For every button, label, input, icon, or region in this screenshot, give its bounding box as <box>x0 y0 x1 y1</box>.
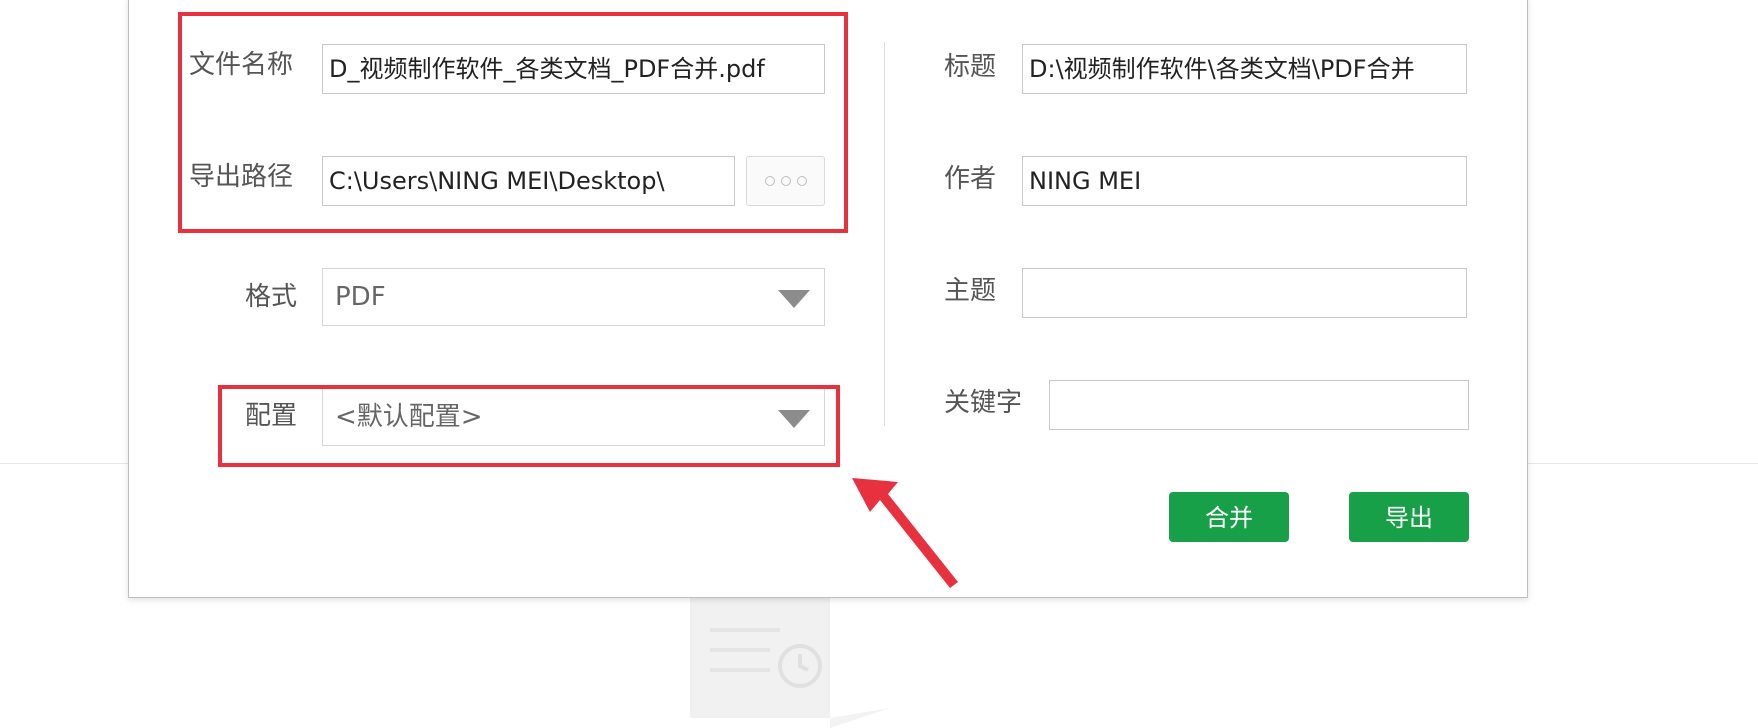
subject-input[interactable] <box>1022 268 1467 318</box>
title-label: 标题 <box>944 52 997 82</box>
column-divider <box>884 42 885 426</box>
export-button[interactable]: 导出 <box>1349 492 1469 542</box>
dot-icon <box>764 176 775 186</box>
author-input[interactable]: NING MEI <box>1022 156 1467 206</box>
format-select[interactable]: PDF <box>322 268 825 326</box>
dot-icon <box>780 176 791 186</box>
filename-input[interactable]: D_视频制作软件_各类文档_PDF合并.pdf <box>322 44 825 94</box>
title-input[interactable]: D:\视频制作软件\各类文档\PDF合并 <box>1022 44 1467 94</box>
empty-state-illustration <box>690 598 890 728</box>
config-select[interactable]: <默认配置> <box>322 388 825 446</box>
format-label: 格式 <box>245 282 298 312</box>
chevron-down-icon <box>778 410 810 428</box>
config-label: 配置 <box>245 401 298 431</box>
merge-button[interactable]: 合并 <box>1169 492 1289 542</box>
keywords-label: 关键字 <box>944 388 1023 418</box>
browse-button[interactable] <box>746 156 825 206</box>
export-dialog: 文件名称 D_视频制作软件_各类文档_PDF合并.pdf 导出路径 C:\Use… <box>128 0 1528 598</box>
path-label: 导出路径 <box>189 162 294 192</box>
annotation-arrow-icon <box>852 478 958 588</box>
path-input[interactable]: C:\Users\NING MEI\Desktop\ <box>322 156 735 206</box>
keywords-input[interactable] <box>1049 380 1469 430</box>
dot-icon <box>796 176 807 186</box>
config-value: <默认配置> <box>335 402 483 432</box>
format-value: PDF <box>335 282 386 312</box>
subject-label: 主题 <box>944 276 997 306</box>
author-label: 作者 <box>944 164 997 194</box>
chevron-down-icon <box>778 290 810 308</box>
filename-label: 文件名称 <box>189 50 294 80</box>
